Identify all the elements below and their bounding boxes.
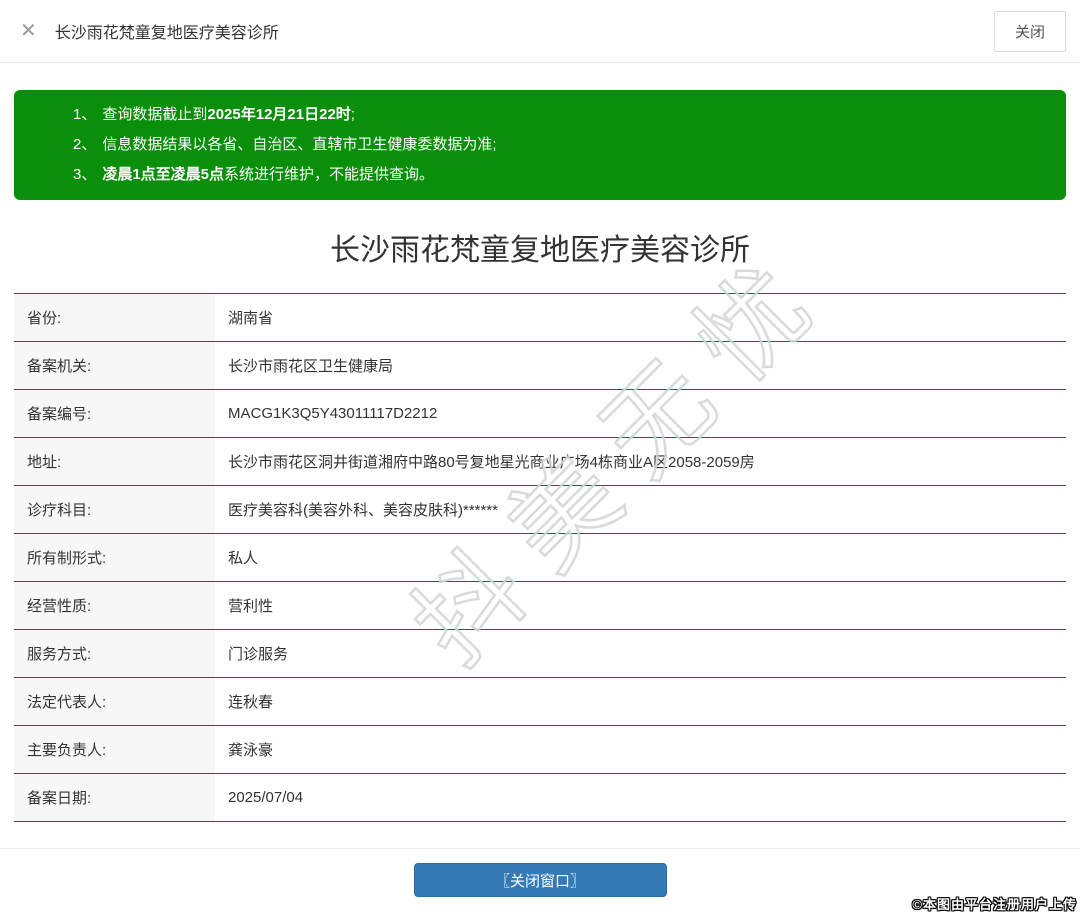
- close-button[interactable]: 关闭: [993, 10, 1066, 52]
- table-row-treatment-subjects: 诊疗科目: 医疗美容科(美容外科、美容皮肤科)******: [14, 486, 1066, 534]
- close-x-icon[interactable]: ✕: [20, 21, 37, 41]
- table-row-province: 省份: 湖南省: [14, 294, 1066, 342]
- row-label: 主要负责人:: [14, 726, 215, 773]
- notice-line-1-bold: 2025年12月21日22时: [207, 106, 351, 123]
- notice-line-2: 2、 信息数据结果以各省、自治区、直辖市卫生健康委数据为准;: [73, 130, 1046, 160]
- table-row-main-person-in-charge: 主要负责人: 龚泳豪: [14, 726, 1066, 774]
- table-row-filing-number: 备案编号: MACG1K3Q5Y43011117D2212: [14, 390, 1066, 438]
- notice-line-3-suffix: 系统进行维护，不能提供查询。: [224, 166, 435, 183]
- footer: 〖关闭窗口〗: [0, 848, 1080, 897]
- notice-line-1-suffix: ;: [350, 106, 355, 123]
- row-label: 所有制形式:: [14, 534, 215, 581]
- row-value: 2025/07/04: [228, 789, 304, 806]
- row-label: 备案日期:: [14, 774, 215, 821]
- notice-line-3: 3、 凌晨1点至凌晨5点系统进行维护，不能提供查询。: [73, 160, 1046, 190]
- row-value: 营利性: [228, 598, 274, 615]
- row-label: 法定代表人:: [14, 678, 215, 725]
- row-value: 湖南省: [228, 310, 274, 327]
- row-value: 连秋春: [228, 694, 274, 711]
- window-title: 长沙雨花梵童复地医疗美容诊所: [54, 25, 279, 42]
- row-value: 长沙市雨花区卫生健康局: [228, 358, 394, 375]
- notice-line-3-number: 3、: [73, 166, 97, 183]
- detail-table: 省份: 湖南省 备案机关: 长沙市雨花区卫生健康局 备案编号: MACG1K3Q…: [14, 293, 1066, 822]
- row-label: 诊疗科目:: [14, 486, 215, 533]
- notice-line-1: 1、 查询数据截止到2025年12月21日22时;: [73, 100, 1046, 130]
- table-row-filing-date: 备案日期: 2025/07/04: [14, 774, 1066, 822]
- notice-line-1-number: 1、: [73, 106, 97, 123]
- notice-line-2-number: 2、: [73, 136, 97, 153]
- row-label: 备案机关:: [14, 342, 215, 389]
- row-label: 地址:: [14, 438, 215, 485]
- table-row-operation-nature: 经营性质: 营利性: [14, 582, 1066, 630]
- table-row-legal-representative: 法定代表人: 连秋春: [14, 678, 1066, 726]
- notice-line-3-bold: 凌晨1点至凌晨5点: [102, 166, 225, 183]
- table-row-filing-authority: 备案机关: 长沙市雨花区卫生健康局: [14, 342, 1066, 390]
- notice-banner: 1、 查询数据截止到2025年12月21日22时; 2、 信息数据结果以各省、自治区…: [14, 90, 1066, 200]
- close-window-button[interactable]: 〖关闭窗口〗: [413, 863, 667, 897]
- row-label: 经营性质:: [14, 582, 215, 629]
- uploader-watermark: ©本图由平台注册用户上传: [912, 897, 1077, 912]
- row-value: 龚泳豪: [228, 742, 274, 759]
- notice-line-1-text: 查询数据截止到: [102, 106, 208, 123]
- table-row-ownership-form: 所有制形式: 私人: [14, 534, 1066, 582]
- row-label: 服务方式:: [14, 630, 215, 677]
- window-titlebar: ✕ 长沙雨花梵童复地医疗美容诊所 关闭: [0, 0, 1080, 63]
- record-title: 长沙雨花梵童复地医疗美容诊所: [330, 234, 750, 267]
- row-value: 门诊服务: [228, 646, 289, 663]
- row-label: 备案编号:: [14, 390, 215, 437]
- row-label: 省份:: [14, 294, 215, 341]
- table-row-address: 地址: 长沙市雨花区洞井街道湘府中路80号复地星光商业广场4栋商业A区2058-…: [14, 438, 1066, 486]
- notice-line-2-text: 信息数据结果以各省、自治区、直辖市卫生健康委数据为准;: [102, 136, 497, 153]
- row-value: MACG1K3Q5Y43011117D2212: [228, 405, 438, 422]
- row-value: 私人: [228, 550, 259, 567]
- row-value: 医疗美容科(美容外科、美容皮肤科)******: [228, 502, 499, 519]
- row-value: 长沙市雨花区洞井街道湘府中路80号复地星光商业广场4栋商业A区2058-2059…: [228, 454, 755, 471]
- page: ✕ 长沙雨花梵童复地医疗美容诊所 关闭 1、 查询数据截止到2025年12月21日…: [0, 0, 1080, 915]
- table-row-service-mode: 服务方式: 门诊服务: [14, 630, 1066, 678]
